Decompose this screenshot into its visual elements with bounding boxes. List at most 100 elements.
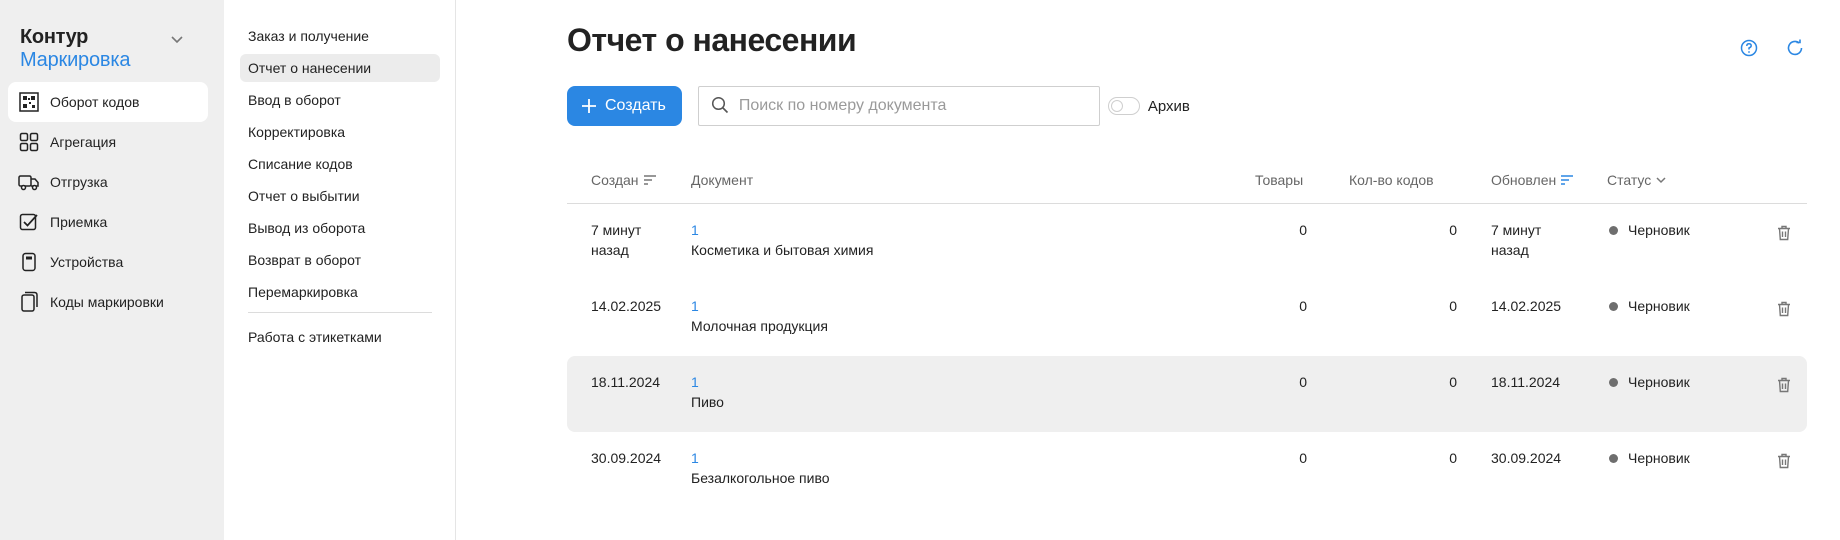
grid-icon — [18, 131, 40, 153]
cell-goods: 0 — [1299, 450, 1307, 466]
sidebar-item-label: Приемка — [50, 214, 108, 230]
sidebar: Контур Маркировка Оборот кодов Агрегация… — [0, 0, 224, 540]
status-dot — [1609, 225, 1618, 235]
status-dot — [1609, 301, 1618, 311]
status-label: Черновик — [1628, 450, 1690, 466]
truck-icon — [18, 171, 40, 193]
sort-active-icon — [1560, 174, 1574, 186]
subnav-item-disposal-report[interactable]: Отчет о выбытии — [240, 182, 440, 210]
column-created[interactable]: Создан — [591, 172, 657, 188]
main-content: Отчет о нанесении Создать Архив — [567, 0, 1807, 540]
table-row[interactable]: 14.02.2025 1 Молочная продукция 0 0 14.0… — [567, 280, 1807, 356]
document-number-link[interactable]: 1 — [691, 220, 1091, 240]
search-box[interactable] — [697, 86, 1100, 126]
header-actions — [1737, 36, 1807, 60]
cell-document: 1 Косметика и бытовая химия — [691, 220, 1091, 260]
status-label: Черновик — [1628, 298, 1690, 314]
document-category: Безалкогольное пиво — [691, 470, 830, 486]
subnav-item-correction[interactable]: Корректировка — [240, 118, 440, 146]
page-title: Отчет о нанесении — [567, 22, 857, 58]
cell-updated: 30.09.2024 — [1491, 450, 1562, 466]
trash-icon[interactable] — [1775, 224, 1793, 242]
status-dot — [1609, 377, 1618, 387]
table-body: 7 минут назад 1 Косметика и бытовая хими… — [567, 204, 1807, 508]
column-status-label: Статус — [1607, 172, 1652, 188]
cell-codes-count: 0 — [1449, 374, 1457, 390]
checkbox-icon — [18, 211, 40, 233]
subnav-item-application-report[interactable]: Отчет о нанесении — [240, 54, 440, 82]
create-button[interactable]: Создать — [567, 86, 682, 126]
cell-document: 1 Молочная продукция — [691, 296, 1091, 336]
toolbar: Создать Архив — [567, 86, 1190, 126]
cell-created: 18.11.2024 — [591, 374, 661, 390]
table-row[interactable]: 7 минут назад 1 Косметика и бытовая хими… — [567, 204, 1807, 280]
cell-goods: 0 — [1299, 374, 1307, 390]
cell-goods: 0 — [1299, 222, 1307, 238]
table-header: Создан Документ Товары Кол-во кодов Обно… — [567, 158, 1807, 204]
sidebar-item-label: Оборот кодов — [50, 94, 140, 110]
sidebar-item-label: Коды маркировки — [50, 294, 164, 310]
status-badge: Черновик — [1609, 372, 1690, 392]
help-icon[interactable] — [1737, 36, 1761, 60]
column-goods[interactable]: Товары — [1255, 172, 1303, 188]
column-updated-label: Обновлен — [1491, 172, 1557, 188]
subnav-item-order[interactable]: Заказ и получение — [240, 22, 440, 50]
sidebar-item-acceptance[interactable]: Приемка — [8, 202, 208, 242]
chevron-down-icon[interactable] — [170, 32, 184, 46]
cell-document: 1 Безалкогольное пиво — [691, 448, 1091, 488]
subnav-item-return[interactable]: Возврат в оборот — [240, 246, 440, 274]
column-updated[interactable]: Обновлен — [1491, 172, 1574, 188]
cell-created: 7 минут назад — [591, 222, 642, 258]
brand[interactable]: Контур Маркировка — [20, 26, 210, 72]
table-row[interactable]: 30.09.2024 1 Безалкогольное пиво 0 0 30.… — [567, 432, 1807, 508]
status-label: Черновик — [1628, 374, 1690, 390]
cell-codes-count: 0 — [1449, 298, 1457, 314]
sub-navigation: Заказ и получение Отчет о нанесении Ввод… — [224, 0, 456, 540]
subnav-item-withdrawal[interactable]: Вывод из оборота — [240, 214, 440, 242]
status-badge: Черновик — [1609, 220, 1690, 240]
column-status[interactable]: Статус — [1607, 172, 1667, 188]
cell-codes-count: 0 — [1449, 450, 1457, 466]
cell-codes-count: 0 — [1449, 222, 1457, 238]
plus-icon — [581, 98, 597, 114]
sidebar-item-aggregation[interactable]: Агрегация — [8, 122, 208, 162]
archive-toggle[interactable]: Архив — [1107, 97, 1190, 115]
search-icon — [711, 96, 729, 117]
sidebar-item-label: Устройства — [50, 254, 124, 270]
subnav-item-introduction[interactable]: Ввод в оборот — [240, 86, 440, 114]
archive-switch[interactable] — [1107, 97, 1140, 115]
cell-created: 14.02.2025 — [591, 298, 662, 314]
cell-updated: 7 минут назад — [1491, 222, 1542, 258]
subnav-item-labels[interactable]: Работа с этикетками — [240, 323, 440, 351]
trash-icon[interactable] — [1775, 300, 1793, 318]
status-label: Черновик — [1628, 222, 1690, 238]
table-row[interactable]: 18.11.2024 1 Пиво 0 0 18.11.2024 Чернови… — [567, 356, 1807, 432]
trash-icon[interactable] — [1775, 452, 1793, 470]
sidebar-item-label: Отгрузка — [50, 174, 108, 190]
column-codes-count[interactable]: Кол-во кодов — [1349, 172, 1434, 188]
refresh-icon[interactable] — [1783, 36, 1807, 60]
column-document-label: Документ — [691, 172, 754, 188]
document-category: Пиво — [691, 394, 724, 410]
column-created-label: Создан — [591, 172, 639, 188]
subnav-item-remarking[interactable]: Перемаркировка — [240, 278, 440, 306]
document-number-link[interactable]: 1 — [691, 372, 1091, 392]
document-category: Молочная продукция — [691, 318, 828, 334]
search-input[interactable] — [738, 97, 1079, 115]
sidebar-item-marking-codes[interactable]: Коды маркировки — [8, 282, 208, 322]
column-document[interactable]: Документ — [691, 172, 753, 188]
status-badge: Черновик — [1609, 296, 1690, 316]
sidebar-item-devices[interactable]: Устройства — [8, 242, 208, 282]
document-number-link[interactable]: 1 — [691, 296, 1091, 316]
toggle-knob — [1110, 100, 1123, 112]
trash-icon[interactable] — [1775, 376, 1793, 394]
sidebar-item-shipment[interactable]: Отгрузка — [8, 162, 208, 202]
sidebar-item-code-turnover[interactable]: Оборот кодов — [8, 82, 208, 122]
sort-icon — [643, 174, 657, 186]
document-number-link[interactable]: 1 — [691, 448, 1091, 468]
device-icon — [18, 251, 40, 273]
status-dot — [1609, 453, 1618, 463]
status-badge: Черновик — [1609, 448, 1690, 468]
subnav-item-write-off[interactable]: Списание кодов — [240, 150, 440, 178]
cell-created: 30.09.2024 — [591, 450, 662, 466]
